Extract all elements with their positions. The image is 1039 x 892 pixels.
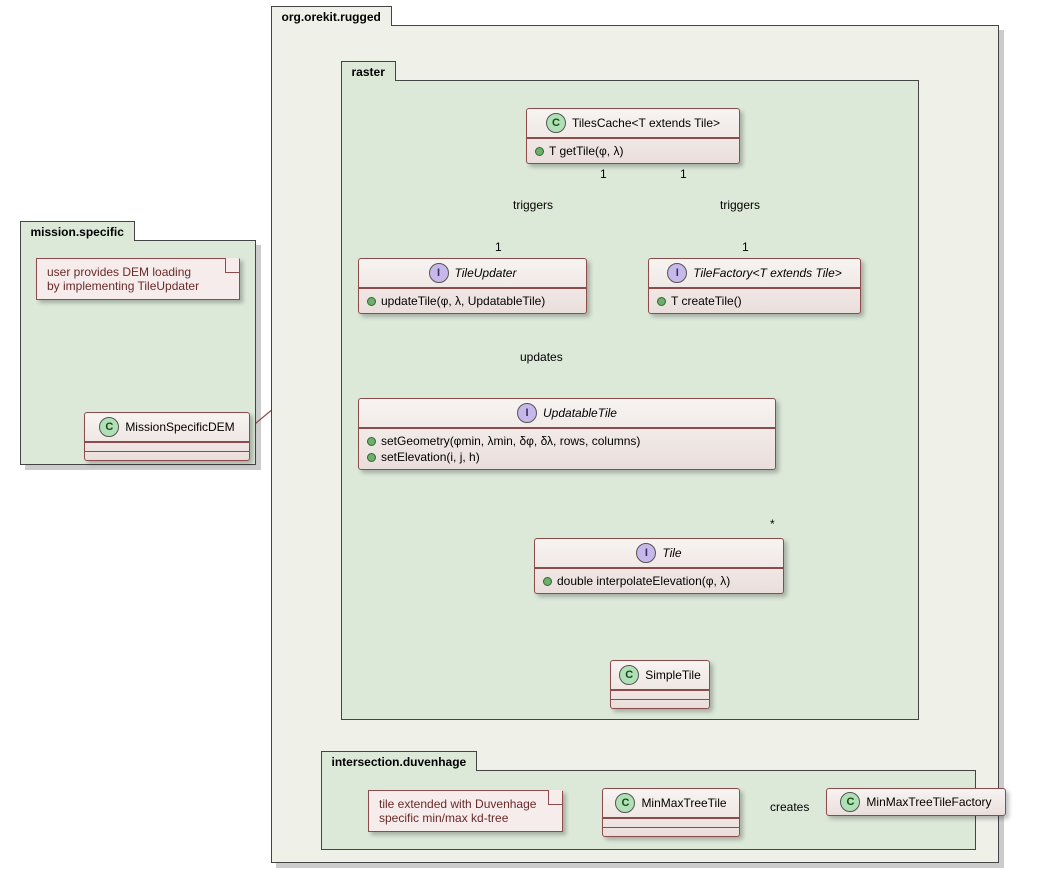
interface-icon: I (517, 403, 537, 423)
mult-1: 1 (680, 167, 687, 181)
interface-tile: I Tile double interpolateElevation(φ, λ) (534, 538, 784, 594)
package-tab: intersection.duvenhage (321, 751, 478, 771)
note-dem-loading: user provides DEM loading by implementin… (36, 258, 240, 300)
package-tab: raster (341, 61, 396, 81)
method: setGeometry(φmin, λmin, δφ, δλ, rows, co… (367, 433, 767, 449)
note-text-line: user provides DEM loading (47, 265, 229, 279)
class-tilescache: C TilesCache<T extends Tile> T getTile(φ… (526, 108, 740, 164)
package-tab: org.orekit.rugged (271, 6, 392, 26)
method: T getTile(φ, λ) (535, 143, 731, 159)
package-tab: mission.specific (20, 221, 135, 241)
class-name: TileUpdater (455, 266, 517, 280)
class-name: SimpleTile (645, 668, 701, 682)
mult-1: 1 (495, 240, 502, 254)
label-triggers-1: triggers (513, 198, 553, 212)
note-text-line: by implementing TileUpdater (47, 279, 229, 293)
class-icon: C (99, 417, 119, 437)
interface-updatabletile: I UpdatableTile setGeometry(φmin, λmin, … (358, 398, 776, 470)
method: double interpolateElevation(φ, λ) (543, 573, 775, 589)
mult-1: 1 (600, 167, 607, 181)
class-icon: C (840, 792, 860, 812)
class-simpletile: C SimpleTile (610, 660, 710, 709)
class-name: UpdatableTile (543, 406, 617, 420)
interface-tilefactory: I TileFactory<T extends Tile> T createTi… (648, 258, 861, 314)
interface-icon: I (667, 263, 687, 283)
class-name: MinMaxTreeTileFactory (866, 795, 991, 809)
mult-star: * (770, 517, 775, 531)
interface-icon: I (636, 543, 656, 563)
class-name: Tile (662, 546, 681, 560)
label-updates: updates (520, 350, 563, 364)
class-missionspecificdem: C MissionSpecificDEM (84, 412, 250, 461)
diagram-canvas: mission.specific org.orekit.rugged raste… (0, 0, 1039, 892)
class-name: TileFactory<T extends Tile> (693, 266, 842, 280)
mult-1: 1 (742, 240, 749, 254)
class-icon: C (619, 665, 639, 685)
label-triggers-2: triggers (720, 198, 760, 212)
class-icon: C (546, 113, 566, 133)
class-icon: C (615, 793, 635, 813)
label-creates: creates (770, 800, 809, 814)
class-name: MissionSpecificDEM (125, 420, 234, 434)
class-name: TilesCache<T extends Tile> (572, 116, 720, 130)
interface-icon: I (429, 263, 449, 283)
method: setElevation(i, j, h) (367, 449, 767, 465)
class-minmaxtreetile: C MinMaxTreeTile (602, 788, 740, 837)
class-minmaxtreetilefactory: C MinMaxTreeTileFactory (826, 788, 1006, 816)
method: T createTile() (657, 293, 852, 309)
note-duvenhage-tree: tile extended with Duvenhage specific mi… (368, 790, 563, 832)
class-name: MinMaxTreeTile (641, 796, 726, 810)
note-text-line: tile extended with Duvenhage (379, 797, 552, 811)
note-text-line: specific min/max kd-tree (379, 811, 552, 825)
interface-tileupdater: I TileUpdater updateTile(φ, λ, Updatable… (358, 258, 587, 314)
method: updateTile(φ, λ, UpdatableTile) (367, 293, 578, 309)
